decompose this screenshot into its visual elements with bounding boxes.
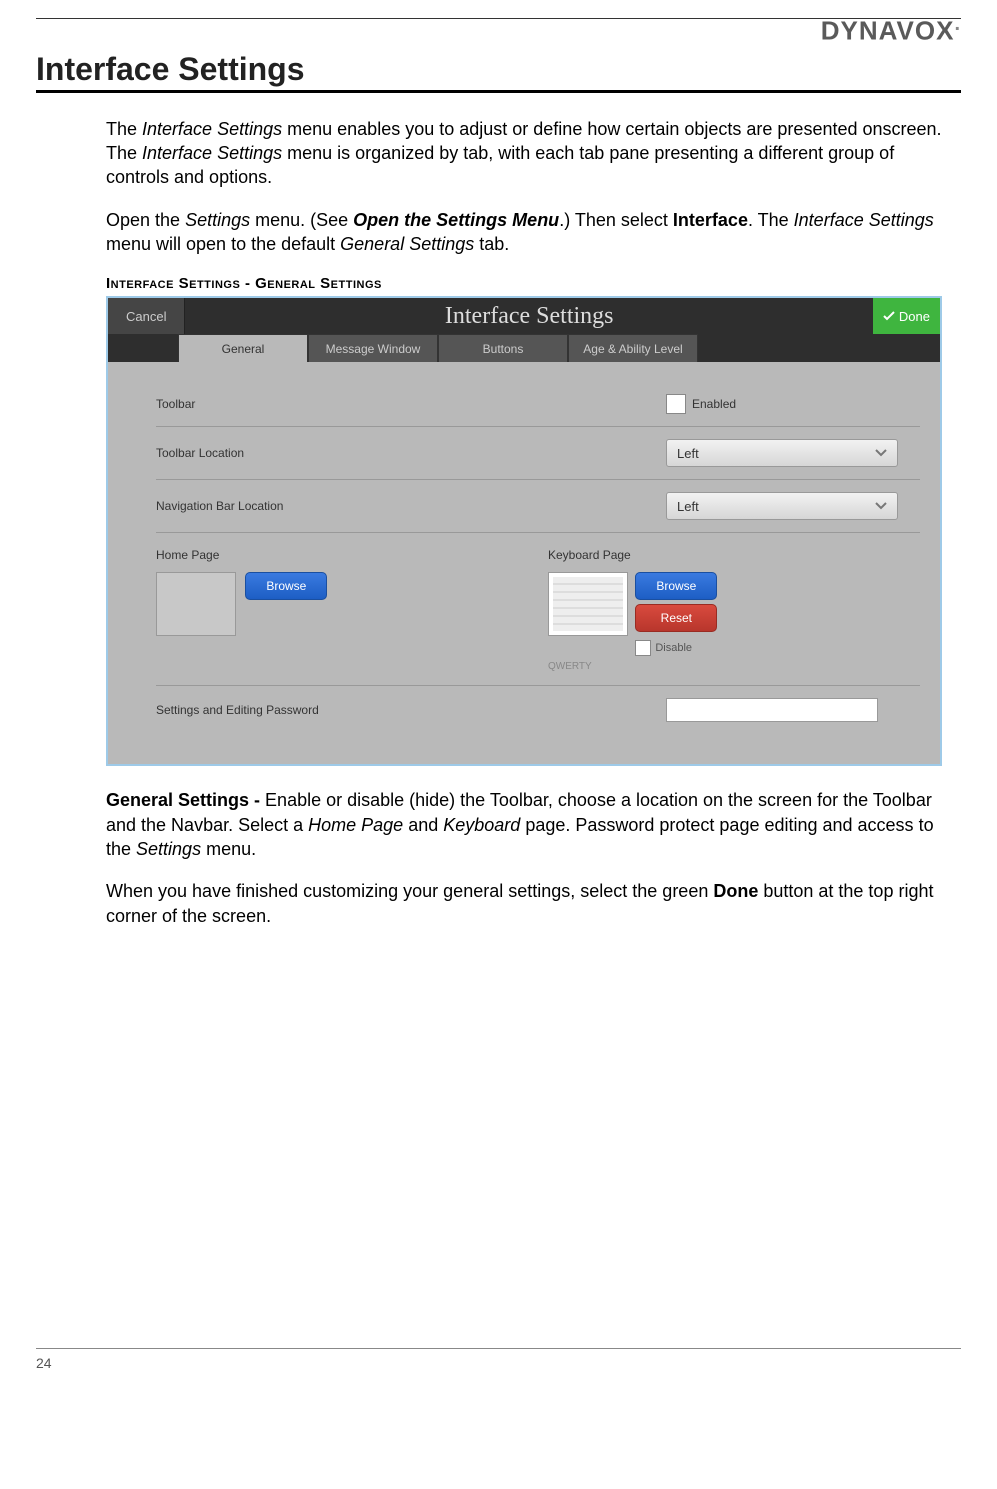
toolbar-enabled-label: Enabled (692, 396, 736, 412)
keyboard-page-thumbnail[interactable] (548, 572, 628, 636)
home-browse-button[interactable]: Browse (245, 572, 327, 600)
home-page-label: Home Page (156, 547, 528, 563)
page-number: 24 (36, 1355, 52, 1371)
dialog-title: Interface Settings (185, 298, 872, 334)
cancel-button[interactable]: Cancel (108, 298, 185, 334)
keyboard-name-label: QWERTY (548, 660, 920, 674)
tab-age-ability[interactable]: Age & Ability Level (568, 334, 698, 362)
home-page-thumbnail[interactable] (156, 572, 236, 636)
keyboard-browse-button[interactable]: Browse (635, 572, 717, 600)
closing-paragraph: When you have finished customizing your … (106, 879, 951, 928)
keyboard-disable-checkbox[interactable] (635, 640, 651, 656)
chevron-down-icon (875, 449, 887, 457)
keyboard-reset-button[interactable]: Reset (635, 604, 717, 632)
toolbar-label: Toolbar (156, 396, 456, 412)
navbar-location-label: Navigation Bar Location (156, 498, 456, 514)
general-settings-description: General Settings - Enable or disable (hi… (106, 788, 951, 861)
toolbar-location-label: Toolbar Location (156, 445, 456, 461)
chevron-down-icon (875, 502, 887, 510)
intro-paragraph-2: Open the Settings menu. (See Open the Se… (106, 208, 951, 257)
page-title: Interface Settings (36, 51, 961, 88)
tab-buttons[interactable]: Buttons (438, 334, 568, 362)
tab-message-window[interactable]: Message Window (308, 334, 438, 362)
brand-logo: DYNAVOX. (36, 13, 961, 47)
toolbar-location-dropdown[interactable]: Left (666, 439, 898, 467)
figure-caption: Interface Settings - General Settings (106, 274, 951, 294)
screenshot-interface-settings: Cancel Interface Settings Done General M… (106, 296, 942, 766)
toolbar-enabled-checkbox[interactable] (666, 394, 686, 414)
tab-general[interactable]: General (178, 334, 308, 362)
intro-paragraph-1: The Interface Settings menu enables you … (106, 117, 951, 190)
keyboard-page-label: Keyboard Page (548, 547, 920, 563)
done-button[interactable]: Done (873, 298, 940, 334)
navbar-location-dropdown[interactable]: Left (666, 492, 898, 520)
check-icon (883, 310, 895, 322)
password-label: Settings and Editing Password (156, 702, 556, 718)
password-field[interactable] (666, 698, 878, 722)
keyboard-disable-label: Disable (655, 641, 692, 656)
